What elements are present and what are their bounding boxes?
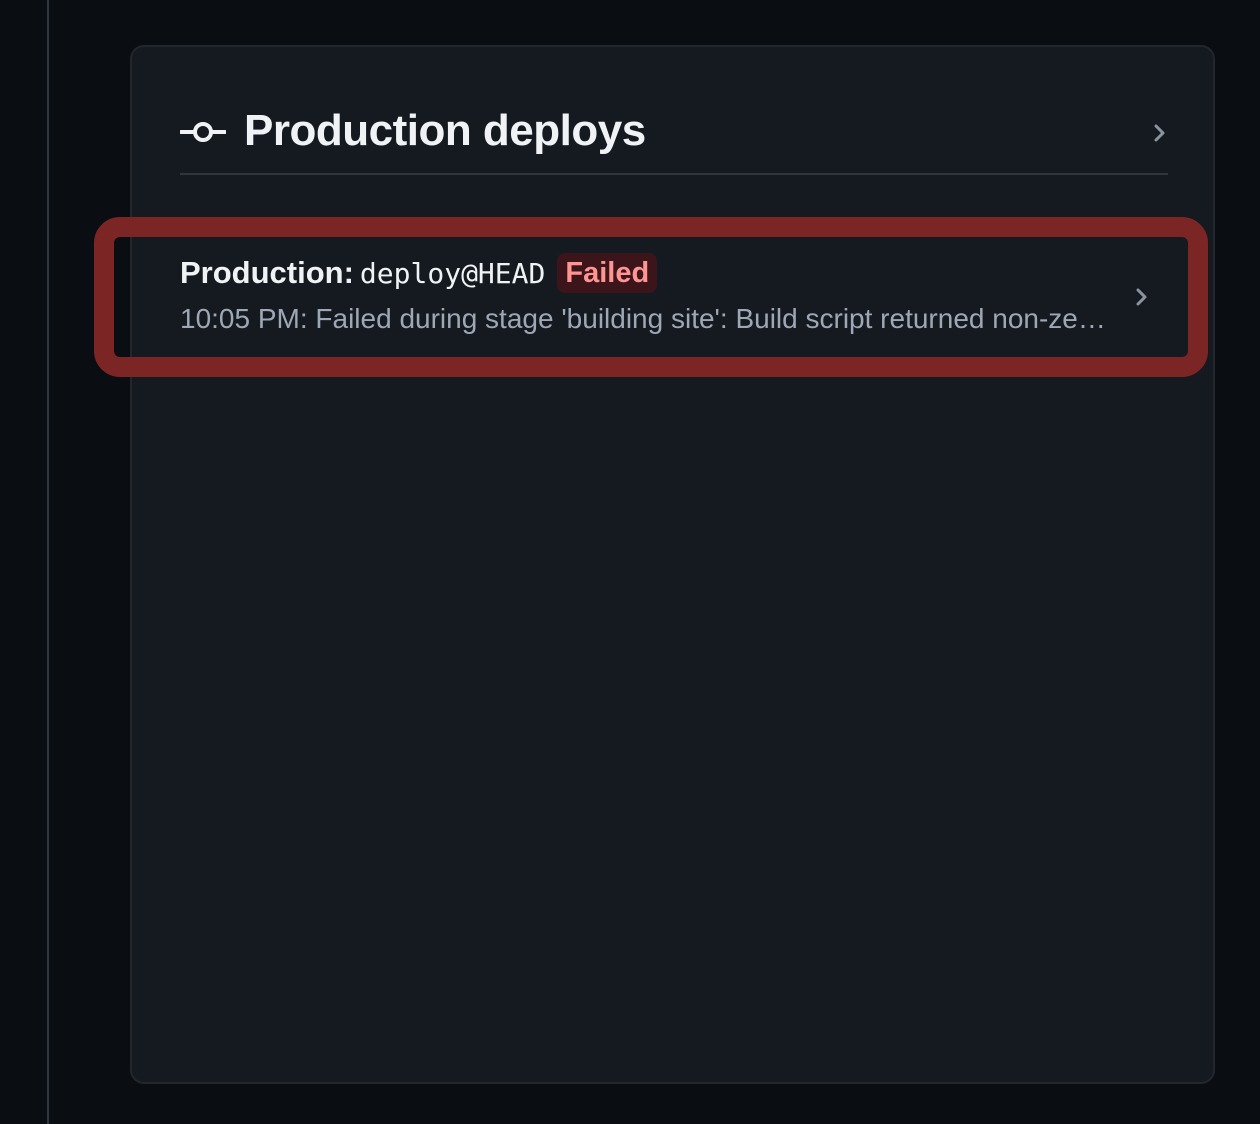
status-badge: Failed	[557, 253, 658, 293]
highlight-outline	[94, 217, 1208, 377]
deploy-ref: deploy@HEAD	[359, 256, 546, 290]
git-commit-icon	[180, 122, 226, 142]
deploy-environment-label: Production:	[180, 255, 354, 290]
sidebar-divider	[47, 0, 49, 1124]
chevron-right-icon[interactable]	[1134, 285, 1150, 309]
page: Production deploys Production: deploy@HE…	[0, 0, 1260, 1124]
deploy-title-line: Production: deploy@HEAD Failed	[180, 251, 658, 295]
card-title: Production deploys	[244, 106, 646, 155]
deploy-detail: 10:05 PM: Failed during stage 'building …	[180, 303, 1110, 334]
chevron-right-icon[interactable]	[1152, 121, 1168, 145]
deploy-list-item[interactable]: Production: deploy@HEAD Failed 10:05 PM:…	[94, 217, 1208, 377]
production-deploys-card: Production deploys Production: deploy@HE…	[94, 45, 1215, 1084]
card-header: Production deploys	[180, 99, 1168, 175]
